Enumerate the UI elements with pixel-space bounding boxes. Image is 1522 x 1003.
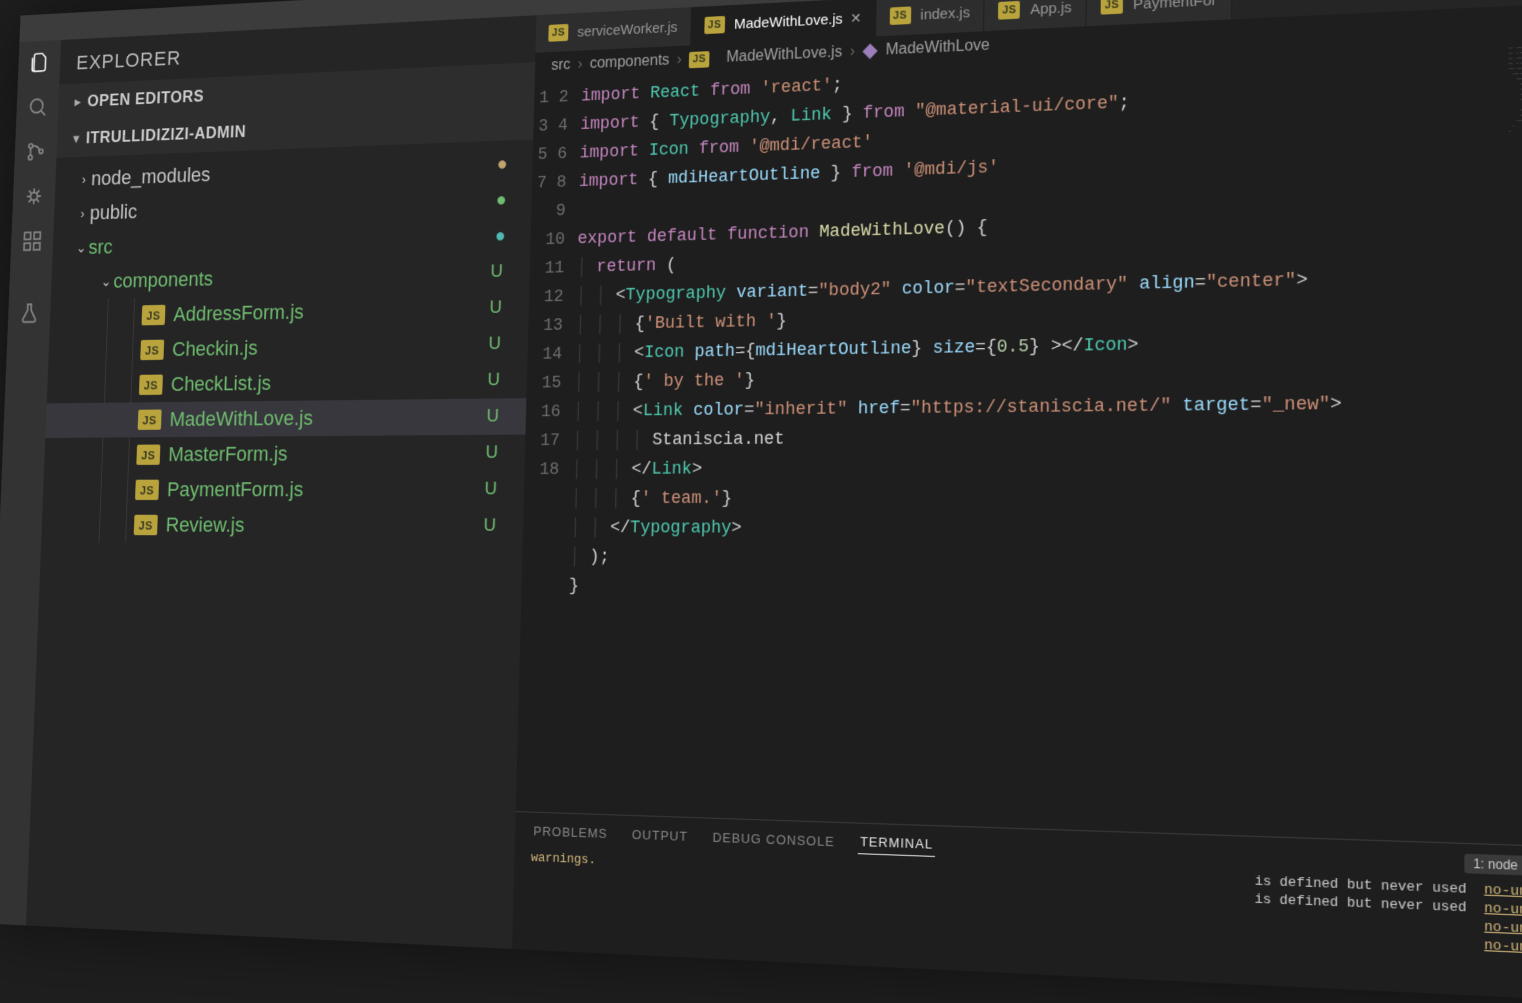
js-file-icon: JS <box>689 51 710 68</box>
breadcrumb-segment[interactable]: MadeWithLove.js <box>726 44 842 67</box>
explorer-sidebar: EXPLORER ▸ OPEN EDITORS ▾ ITRULLIDIZIZI-… <box>26 15 537 949</box>
chevron-down-icon: ▾ <box>73 131 80 147</box>
file-tree: › node_modules ● › public ● ⌄ src <box>26 139 533 949</box>
warning-heading: warnings. <box>531 850 596 867</box>
tab-label: App.js <box>1030 0 1072 18</box>
js-file-icon: JS <box>704 16 725 34</box>
file-label: PaymentForm.js <box>167 477 485 502</box>
chevron-down-icon: ⌄ <box>98 273 113 290</box>
breadcrumb-segment[interactable]: src <box>551 57 571 75</box>
git-status-letter: U <box>485 442 512 463</box>
git-status-letter: U <box>490 261 517 283</box>
chevron-right-icon: ▸ <box>74 94 81 109</box>
git-status-letter: U <box>486 406 513 427</box>
file-label: Checkin.js <box>172 332 489 362</box>
tree-file[interactable]: JS MasterForm.jsU <box>44 435 526 473</box>
extensions-icon[interactable] <box>20 228 44 254</box>
file-label: CheckList.js <box>170 368 487 396</box>
chevron-right-icon: › <box>577 56 582 73</box>
debug-icon[interactable] <box>22 183 46 209</box>
tab-problems[interactable]: PROBLEMS <box>531 819 609 844</box>
folder-label: src <box>88 224 495 260</box>
code-view[interactable]: import React from 'react'; import { Typo… <box>563 37 1503 844</box>
tab-label: serviceWorker.js <box>577 19 678 40</box>
file-label: MadeWithLove.js <box>169 404 487 431</box>
project-label: ITRULLIDIZIZI-ADMIN <box>86 122 247 148</box>
chevron-right-icon: › <box>850 43 855 61</box>
git-status-letter: U <box>488 333 515 354</box>
js-file-icon: JS <box>998 1 1020 20</box>
tree-file[interactable]: JS MadeWithLove.jsU <box>45 398 526 438</box>
tab-output[interactable]: OUTPUT <box>630 822 690 847</box>
bottom-panel: PROBLEMS OUTPUT DEBUG CONSOLE TERMINAL 1… <box>512 811 1522 1003</box>
chevron-down-icon: ⌄ <box>74 239 89 256</box>
status-dot-icon: ● <box>495 235 518 236</box>
beaker-icon[interactable] <box>17 300 41 326</box>
git-status-letter: U <box>487 370 514 391</box>
folder-label: components <box>113 260 491 293</box>
js-file-icon: JS <box>141 305 165 326</box>
chevron-right-icon: › <box>677 51 682 68</box>
tree-file[interactable]: JS CheckList.jsU <box>47 362 528 404</box>
close-icon[interactable]: ✕ <box>850 9 862 26</box>
js-file-icon: JS <box>135 480 159 500</box>
breadcrumb-segment[interactable]: components <box>590 52 670 73</box>
warning-rule-link[interactable]: no-unused-vars <box>1484 937 1522 959</box>
js-file-icon: JS <box>139 375 163 396</box>
search-icon[interactable] <box>26 94 49 120</box>
js-file-icon: JS <box>548 24 568 42</box>
tree-file[interactable]: JS Review.jsU <box>41 507 523 544</box>
git-status-letter: U <box>489 297 516 318</box>
js-file-icon: JS <box>138 409 162 429</box>
chevron-right-icon: › <box>75 206 90 222</box>
js-file-icon: JS <box>140 340 164 361</box>
tree-file[interactable]: JS PaymentForm.jsU <box>43 471 525 508</box>
breadcrumb-segment[interactable]: MadeWithLove <box>886 37 990 59</box>
file-label: AddressForm.js <box>173 296 490 327</box>
js-file-icon: JS <box>134 515 158 535</box>
files-icon[interactable] <box>28 49 51 75</box>
git-icon[interactable] <box>24 139 48 165</box>
terminal-picker[interactable]: 1: node <box>1464 854 1522 876</box>
tab-label: MadeWithLove.js <box>734 10 843 32</box>
editor-window: MadeWithLove.js — itrullidizizi-admin <box>0 0 1522 1003</box>
editor-area: JSserviceWorker.jsJSMadeWithLove.js✕JSin… <box>512 0 1522 1003</box>
tab-label: index.js <box>920 4 970 23</box>
js-file-icon: JS <box>889 6 911 25</box>
file-label: Review.js <box>165 513 484 538</box>
tab-terminal[interactable]: TERMINAL <box>858 830 935 857</box>
status-dot-icon: ● <box>496 199 519 200</box>
git-status-letter: U <box>483 515 510 536</box>
minimap[interactable]: ▬▬ ▬▬▬ ▬▬ ▬▬▬▬ ▬▬ ▬ ▬▬▬▬ ▬▬ ▬ ▬▬ ▬▬▬▬▬▬▬… <box>1502 32 1522 848</box>
status-dot-icon: ● <box>497 163 520 164</box>
git-status-letter: U <box>484 479 511 500</box>
open-editors-label: OPEN EDITORS <box>87 87 204 111</box>
editor-content[interactable]: 1 2 3 4 5 6 7 8 9 10 11 12 13 14 15 16 1… <box>516 32 1522 848</box>
component-icon <box>863 44 878 59</box>
file-label: MasterForm.js <box>168 441 486 467</box>
tab-label: PaymentFor <box>1133 0 1217 13</box>
js-file-icon: JS <box>136 445 160 465</box>
js-file-icon: JS <box>1101 0 1123 15</box>
chevron-right-icon: › <box>76 171 91 187</box>
